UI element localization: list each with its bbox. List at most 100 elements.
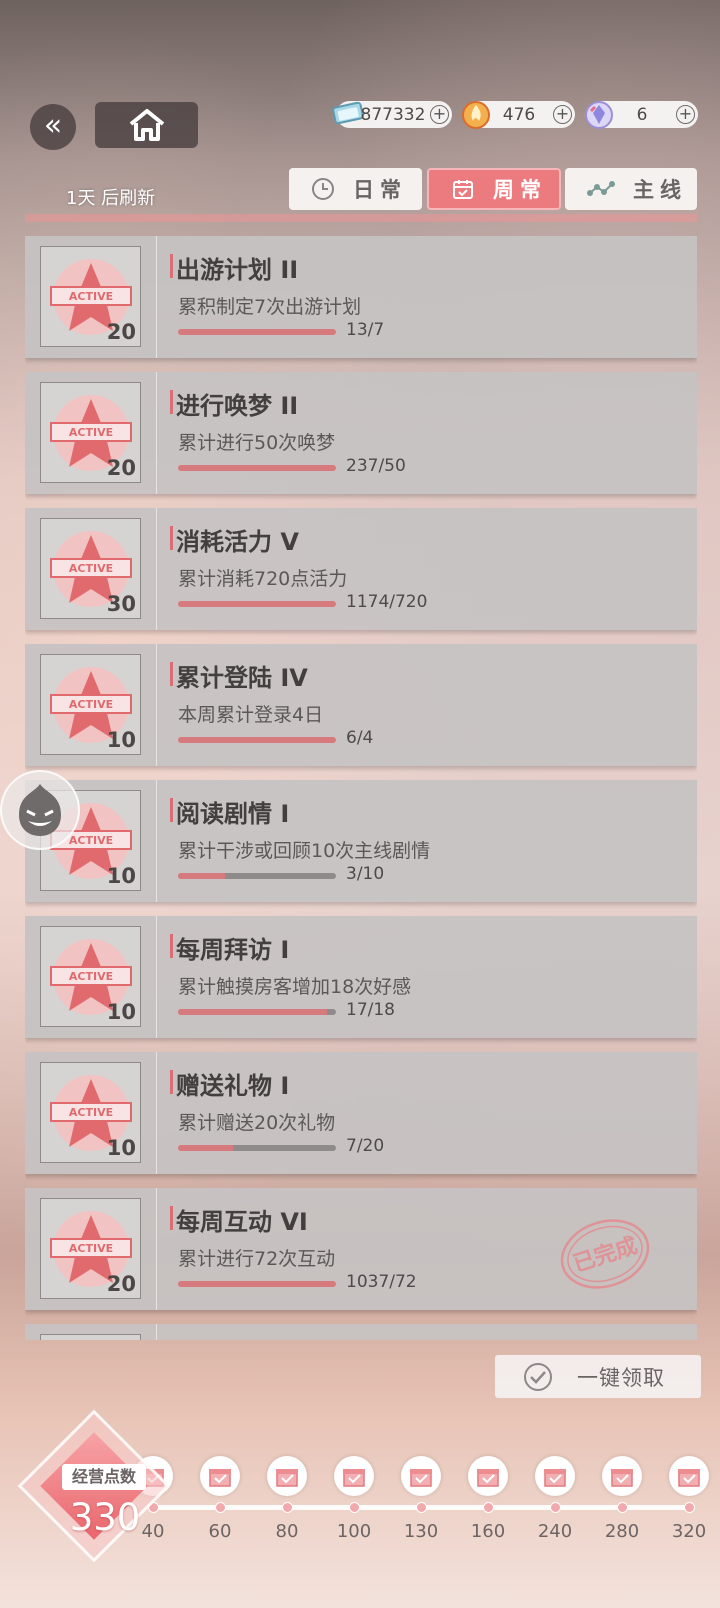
back-button[interactable]: «: [30, 104, 76, 150]
add-flame-button[interactable]: +: [553, 105, 572, 124]
active-badge: ACTIVE 20: [40, 1198, 141, 1299]
quest-desc: 累计进行50次唤梦: [178, 432, 336, 454]
currency-ticket-value: 877332: [360, 104, 426, 125]
milestone-label: 280: [604, 1521, 640, 1542]
badge-text: ACTIVE: [69, 970, 113, 983]
quest-progress-fill: [178, 1145, 234, 1151]
milestone-dot: [349, 1502, 360, 1513]
quest-points: 10: [106, 1136, 136, 1160]
home-button[interactable]: [95, 102, 198, 148]
badge-text: ACTIVE: [69, 1106, 113, 1119]
milestone-gift-button[interactable]: [602, 1456, 642, 1496]
quest-card[interactable]: ACTIVE 20 出游计划 II 累积制定7次出游计划 13/7: [25, 236, 697, 358]
refresh-timer: 1天 后刷新: [66, 188, 156, 209]
quest-progress-fill: [178, 1281, 336, 1287]
quest-card[interactable]: ACTIVE 10 每周拜访 I 累计触摸房客增加18次好感 17/18: [25, 916, 697, 1038]
quest-points: 20: [106, 456, 136, 480]
milestone-gift-button[interactable]: [669, 1456, 709, 1496]
quest-list[interactable]: ACTIVE 20 出游计划 II 累积制定7次出游计划 13/7 ACTIVE 20 进行唤…: [25, 214, 697, 1340]
milestone-gift-button[interactable]: [334, 1456, 374, 1496]
quest-progress-text: 17/18: [346, 1000, 395, 1020]
card-divider: [156, 916, 157, 1038]
quest-desc: 累计触摸房客增加18次好感: [178, 976, 412, 998]
gift-box-icon: [276, 1469, 298, 1487]
tab-weekly[interactable]: 周常: [427, 168, 561, 210]
add-ticket-button[interactable]: +: [430, 105, 449, 124]
card-divider: [156, 508, 157, 630]
milestone-label: 60: [208, 1521, 232, 1542]
quest-desc: 累计消耗720点活力: [178, 568, 348, 590]
title-marker: [170, 526, 173, 550]
quest-title: 每周拜访 I: [176, 936, 290, 964]
quest-progress-fill: [178, 329, 336, 335]
milestone-gift-button[interactable]: [468, 1456, 508, 1496]
quest-card[interactable]: ACTIVE 10 赠送礼物 I 累计赠送20次礼物 7/20: [25, 1052, 697, 1174]
card-divider: [156, 1188, 157, 1310]
quest-card[interactable]: ACTIVE 30 消耗活力 V 累计消耗720点活力 1174/720: [25, 508, 697, 630]
ghost-helper-button[interactable]: [0, 770, 80, 850]
quest-title: 每周互动 VI: [176, 1208, 308, 1236]
title-marker: [170, 662, 173, 686]
currency-crystal-value: 6: [636, 104, 648, 125]
quest-title: 阅读剧情 I: [176, 800, 290, 828]
milestone-dot: [416, 1502, 427, 1513]
milestone-gift-button[interactable]: [401, 1456, 441, 1496]
quest-card[interactable]: ACTIVE 10 阅读剧情 I 累计干涉或回顾10次主线剧情 3/10: [25, 780, 697, 902]
milestone-dot: [483, 1502, 494, 1513]
add-crystal-button[interactable]: +: [676, 105, 695, 124]
active-badge: ACTIVE 10: [40, 926, 141, 1027]
badge-text: ACTIVE: [69, 290, 113, 303]
quest-points: 20: [106, 320, 136, 344]
milestone-dot: [684, 1502, 695, 1513]
currency-flame: 476 +: [462, 101, 575, 129]
quest-points: 10: [106, 728, 136, 752]
gift-box-icon: [477, 1469, 499, 1487]
title-marker: [170, 1070, 173, 1094]
quest-progress-text: 13/7: [346, 320, 385, 340]
clock-icon: [312, 178, 334, 200]
badge-text: ACTIVE: [69, 426, 113, 439]
card-divider: [156, 372, 157, 494]
quest-card[interactable]: ACTIVE 20 每周互动 VI 累计进行72次互动 1037/72 已完成: [25, 1188, 697, 1310]
quest-progress-fill: [178, 873, 226, 879]
list-top-edge: [25, 214, 697, 222]
card-divider: [156, 1324, 157, 1340]
quest-progress-bar: [178, 1145, 336, 1151]
quest-card[interactable]: ACTIVE 10 累计登陆 IV 本周累计登录4日 6/4: [25, 644, 697, 766]
quest-title: 进行唤梦 II: [176, 392, 299, 420]
quest-desc: 累计进行72次互动: [178, 1248, 336, 1270]
tab-daily[interactable]: 日常: [289, 168, 422, 210]
active-star-seal-icon: ACTIVE: [43, 1337, 139, 1340]
milestone-gift-button[interactable]: [267, 1456, 307, 1496]
quest-progress-text: 3/10: [346, 864, 385, 884]
check-circle-icon: [524, 1362, 552, 1391]
gift-box-icon: [410, 1469, 432, 1487]
quest-points: 30: [106, 592, 136, 616]
quest-card[interactable]: ACTIVE 20 进行唤梦 II 累计进行50次唤梦 237/50: [25, 372, 697, 494]
quest-card[interactable]: ACTIVE 好友广播 IV: [25, 1324, 697, 1340]
quest-progress-bar: [178, 1009, 336, 1015]
tab-weekly-label: 周常: [493, 178, 547, 202]
card-divider: [156, 236, 157, 358]
quest-title: 消耗活力 V: [176, 528, 299, 556]
quest-points: 20: [106, 1272, 136, 1296]
claim-all-button[interactable]: 一键领取: [495, 1355, 701, 1398]
quest-desc: 本周累计登录4日: [178, 704, 324, 726]
active-badge: ACTIVE 10: [40, 654, 141, 755]
card-divider: [156, 644, 157, 766]
milestone-gift-button[interactable]: [200, 1456, 240, 1496]
quest-progress-text: 1037/72: [346, 1272, 417, 1292]
milestone-dot: [215, 1502, 226, 1513]
title-marker: [170, 390, 173, 414]
title-marker: [170, 934, 173, 958]
stamp-text: 已完成: [570, 1232, 641, 1277]
badge-text: ACTIVE: [69, 1242, 113, 1255]
quest-title: 赠送礼物 I: [176, 1072, 290, 1100]
completed-stamp-icon: 已完成: [560, 1219, 650, 1289]
quest-progress-bar: [178, 737, 336, 743]
milestone-label: 130: [403, 1521, 439, 1542]
tab-main[interactable]: 主线: [565, 168, 697, 210]
quest-progress-bar: [178, 465, 336, 471]
gift-box-icon: [544, 1469, 566, 1487]
milestone-gift-button[interactable]: [535, 1456, 575, 1496]
